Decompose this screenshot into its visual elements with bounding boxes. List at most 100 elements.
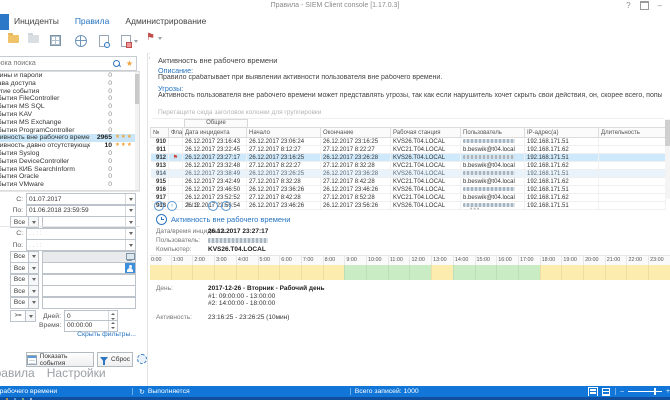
all-dropdown-button[interactable]: [29, 262, 39, 274]
search-icon[interactable]: [112, 60, 120, 67]
favorites-star-icon[interactable]: ★: [126, 59, 133, 68]
date-to-combo[interactable]: 01.06.2018 23:59:59: [26, 204, 136, 217]
cell: 27.12.2017 8:22:27: [320, 145, 391, 154]
tab-rules[interactable]: Правила: [75, 13, 110, 30]
bottom-tab-settings[interactable]: Настройки: [47, 366, 106, 380]
reset-button[interactable]: Сброс: [97, 352, 133, 367]
sidebar-rule-item[interactable]: Логины и пароли 0: [0, 72, 139, 80]
splitter-handle[interactable]: •••: [470, 206, 480, 213]
bottom-tab-rules[interactable]: Правила: [0, 366, 35, 380]
column-header[interactable]: IP-адрес(а): [524, 127, 599, 138]
column-header[interactable]: Дата инцидента: [182, 127, 247, 138]
show-events-button[interactable]: Показать события: [26, 352, 94, 367]
report-search-icon[interactable]: [99, 35, 110, 48]
help-button[interactable]: ?: [626, 1, 630, 10]
column-header[interactable]: Начало: [246, 127, 321, 138]
column-header[interactable]: Флаг: [168, 127, 183, 138]
timeline-off-hour: [583, 265, 605, 280]
all-dropdown[interactable]: Все: [10, 285, 29, 297]
all-dropdown-button[interactable]: [29, 285, 39, 297]
filter-field[interactable]: [42, 285, 136, 297]
hide-filters-link[interactable]: Скрыть фильтры...: [77, 331, 136, 338]
tab-incidents[interactable]: Инциденты: [14, 13, 59, 30]
operator-dropdown-button[interactable]: [26, 310, 36, 322]
zoom-in-icon[interactable]: +: [666, 388, 670, 395]
filter-field[interactable]: [42, 273, 136, 286]
sidebar-rule-item[interactable]: Другие события 0: [0, 88, 139, 96]
table-row[interactable]: 910 26.12.2017 23:16:43 26.12.2017 23:06:2…: [150, 137, 666, 146]
folder-disabled-icon[interactable]: [28, 33, 39, 43]
person-icon[interactable]: [125, 263, 135, 273]
sidebar-rule-item[interactable]: События ProgramController 0: [0, 127, 139, 135]
user-filter-field[interactable]: [42, 262, 136, 274]
table-scrollbar[interactable]: [665, 119, 670, 199]
sidebar-rule-item[interactable]: Активность давно отсутствующего пользова…: [0, 142, 139, 150]
prev-page-icon[interactable]: ‹: [167, 200, 177, 211]
spinner[interactable]: [108, 320, 117, 331]
sidebar-rule-item[interactable]: События VMware 0: [0, 181, 139, 189]
view-cards-button[interactable]: [601, 387, 611, 396]
sidebar-rule-item[interactable]: События DeviceController 0: [0, 158, 139, 166]
search-input[interactable]: [0, 60, 113, 67]
open-folder-icon[interactable]: [8, 33, 19, 43]
maximize-button[interactable]: [639, 1, 649, 10]
table-row[interactable]: 916 26.12.2017 23:46:50 26.12.2017 23:36:2…: [150, 185, 666, 194]
all-dropdown[interactable]: Все: [10, 250, 29, 263]
operator-dropdown[interactable]: >=: [10, 310, 26, 322]
table-row[interactable]: 912 ⚑ 26.12.2017 23:27:17 26.12.2017 23:16:…: [150, 153, 666, 162]
column-header[interactable]: №: [150, 127, 169, 138]
work-period-1: #1: 09:00:00 - 13:00:00: [208, 293, 276, 300]
column-header[interactable]: Длительность: [598, 127, 666, 138]
all-dropdown-button[interactable]: [29, 273, 39, 286]
time-to-combo[interactable]: . . : :: [26, 239, 136, 251]
column-header[interactable]: Рабочая станция: [390, 127, 461, 138]
view-grid-button[interactable]: [588, 387, 599, 396]
export-document-icon[interactable]: [121, 35, 138, 48]
all-dropdown[interactable]: Все: [10, 273, 29, 286]
sidebar-rule-item[interactable]: Права доступа 0: [0, 80, 139, 88]
table-row[interactable]: 911 26.12.2017 23:22:45 27.12.2017 8:12:27…: [150, 145, 666, 154]
minimize-button[interactable]: –: [658, 1, 662, 10]
rule-count: 0: [108, 173, 112, 181]
table-row[interactable]: 915 26.12.2017 23:42:49 27.12.2017 8:32:28…: [150, 177, 666, 186]
zoom-out-icon[interactable]: –: [620, 388, 624, 395]
all-dropdown-button[interactable]: [29, 250, 39, 263]
all-dropdown-button[interactable]: [29, 296, 39, 309]
zoom-slider-thumb[interactable]: [654, 388, 657, 395]
table-row[interactable]: 913 26.12.2017 23:32:48 27.12.2017 8:22:27…: [150, 161, 666, 170]
column-header[interactable]: Пользователь: [460, 127, 525, 138]
timeline-work-hour: [474, 265, 497, 280]
first-page-icon[interactable]: «: [154, 200, 164, 211]
last-page-icon[interactable]: »: [220, 200, 231, 211]
band-header[interactable]: Общие: [184, 119, 248, 128]
globe-icon[interactable]: [75, 35, 87, 47]
date-from-combo[interactable]: 01.07.2017: [26, 193, 136, 205]
sidebar-rule-item[interactable]: События Syslog 0: [0, 150, 139, 158]
next-page-icon[interactable]: ›: [207, 200, 218, 211]
all-dropdown[interactable]: Все: [10, 296, 29, 309]
sidebar-rule-item[interactable]: События MS SQL 0: [0, 103, 139, 111]
sidebar-rule-item[interactable]: Активность вне рабочего времени2965★★★: [0, 134, 139, 143]
sidebar-rule-item[interactable]: События MS Exchange 0: [0, 119, 139, 127]
zoom-slider[interactable]: [628, 388, 663, 395]
tab-administration[interactable]: Администрирование: [125, 13, 206, 30]
column-header[interactable]: Окончание: [320, 127, 391, 138]
sidebar-rule-item[interactable]: События Oracle 0: [0, 173, 139, 181]
workstation-filter-field[interactable]: [42, 250, 136, 263]
sidebar-rule-item[interactable]: События КИБ SearchInform 0: [0, 166, 139, 174]
rules-scrollbar[interactable]: [135, 72, 139, 190]
flag-menu-icon[interactable]: ⚑: [146, 33, 162, 43]
app-button[interactable]: [0, 14, 9, 30]
sidebar-rule-item[interactable]: События FileController 0: [0, 95, 139, 103]
time-field[interactable]: 00:00:00: [64, 319, 118, 332]
settings-gear-button[interactable]: [135, 352, 147, 365]
rule-count: 0: [108, 72, 112, 79]
user-cell: b.beswik@t04.local: [460, 145, 525, 154]
table-row[interactable]: 914 26.12.2017 23:38:49 26.12.2017 23:26:2…: [150, 169, 666, 178]
all-dropdown[interactable]: Все: [10, 262, 29, 274]
filter-field[interactable]: [42, 296, 136, 309]
timeline-work-hour: [409, 265, 432, 280]
time-from-combo[interactable]: . . : :: [26, 227, 136, 240]
sidebar-rule-item[interactable]: События KAV 0: [0, 111, 139, 119]
grid-view-icon[interactable]: [50, 35, 61, 46]
